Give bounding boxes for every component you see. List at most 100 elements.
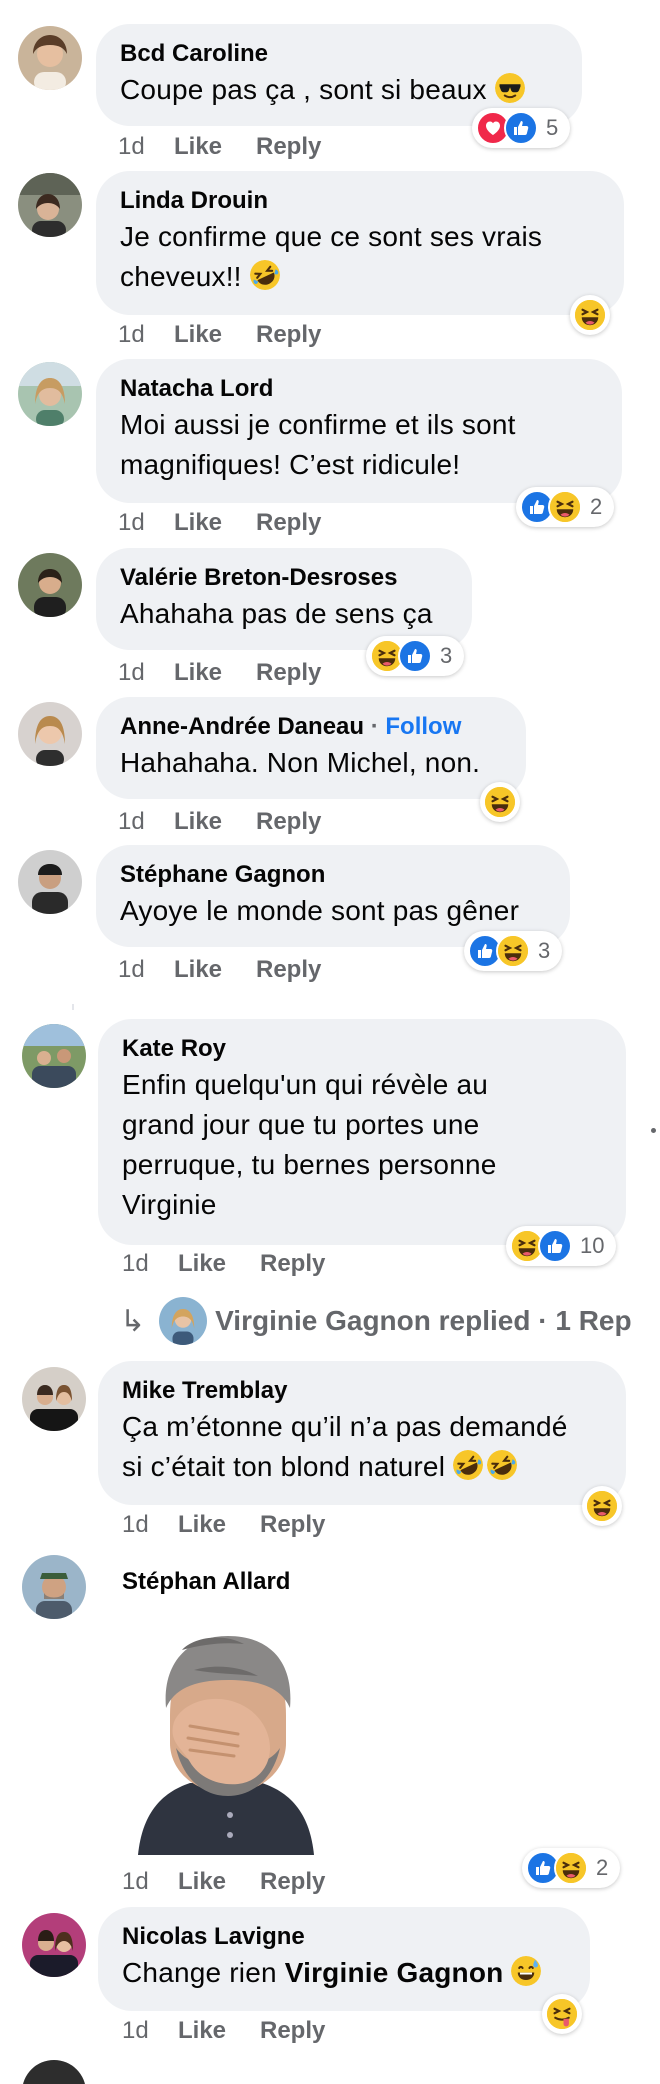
comment-text: Change rien Virginie Gagnon: [122, 1953, 568, 1993]
like-button[interactable]: Like: [174, 133, 256, 161]
thumbs-up-icon: [504, 111, 538, 145]
avatar[interactable]: [22, 1913, 86, 1977]
reply-button[interactable]: Reply: [260, 1868, 325, 1896]
laughing-face-icon: [585, 1489, 619, 1523]
facepalm-memoji-sticker[interactable]: [130, 1630, 322, 1855]
timestamp[interactable]: 1d: [122, 1511, 178, 1539]
reaction-count: 2: [596, 1855, 609, 1880]
comment-text: Coupe pas ça , sont si beaux: [120, 70, 560, 110]
comment-actions: 1d Like Reply: [118, 321, 321, 349]
author-name[interactable]: Nicolas Lavigne: [122, 1921, 568, 1953]
avatar[interactable]: [18, 553, 82, 617]
author-name[interactable]: Stéphan Allard: [122, 1566, 290, 1598]
reply-button[interactable]: Reply: [256, 321, 321, 349]
comment-actions: 1d Like Reply: [118, 509, 321, 537]
like-button[interactable]: Like: [174, 808, 256, 836]
laughing-face-icon: [554, 1851, 588, 1885]
more-options-dot[interactable]: [651, 1128, 656, 1133]
avatar[interactable]: [18, 362, 82, 426]
reply-button[interactable]: Reply: [256, 509, 321, 537]
timestamp[interactable]: 1d: [118, 321, 174, 349]
author-name: Anne-Andrée Daneau · Follow: [120, 711, 504, 743]
reaction-summary[interactable]: [570, 295, 610, 335]
reaction-count: 3: [440, 643, 453, 668]
comment-text-line: cheveux!!: [120, 257, 602, 297]
timestamp[interactable]: 1d: [118, 509, 174, 537]
avatar: [159, 1297, 208, 1345]
reply-button[interactable]: Reply: [260, 1511, 325, 1539]
comment-text-line: Enfin quelqu'un qui révèle au: [122, 1069, 489, 1100]
timestamp[interactable]: 1d: [122, 2017, 178, 2045]
avatar[interactable]: [22, 1555, 86, 1619]
reaction-summary[interactable]: [542, 1994, 582, 2034]
like-button[interactable]: Like: [178, 1868, 260, 1896]
like-button[interactable]: Like: [178, 1250, 260, 1278]
like-button[interactable]: Like: [174, 321, 256, 349]
avatar[interactable]: [18, 702, 82, 766]
comment-bubble: Mike Tremblay Ça m’étonne qu’il n’a pas …: [98, 1361, 626, 1505]
laughing-face-icon: [548, 490, 582, 524]
rolling-laughing-emoji: [487, 1450, 517, 1480]
avatar[interactable]: [22, 2060, 86, 2084]
avatar[interactable]: [22, 1024, 86, 1088]
author-name[interactable]: Kate Roy: [122, 1033, 604, 1065]
follow-button[interactable]: Follow: [385, 713, 461, 740]
thumbs-up-icon: [538, 1229, 572, 1263]
reaction-count: 3: [538, 938, 551, 963]
reply-button[interactable]: Reply: [260, 2017, 325, 2045]
timestamp[interactable]: 1d: [118, 956, 174, 984]
view-replies-link[interactable]: ↳ Virginie Gagnon replied · 1 Rep: [120, 1297, 632, 1345]
author-name[interactable]: Mike Tremblay: [122, 1375, 604, 1407]
reaction-summary[interactable]: 10: [506, 1226, 617, 1266]
avatar[interactable]: [18, 850, 82, 914]
mention-link[interactable]: Virginie Gagnon: [285, 1957, 504, 1988]
reaction-summary[interactable]: 3: [366, 636, 465, 676]
comment-text: Ahahaha pas de sens ça: [120, 598, 433, 629]
reply-button[interactable]: Reply: [256, 956, 321, 984]
comment-actions: 1d Like Reply: [122, 1511, 325, 1539]
timestamp[interactable]: 1d: [122, 1868, 178, 1896]
comment-actions: 1d Like Reply: [118, 659, 321, 687]
comment-text: Ayoye le monde sont pas gêner: [120, 895, 520, 926]
author-name[interactable]: Stéphane Gagnon: [120, 859, 548, 891]
avatar[interactable]: [18, 173, 82, 237]
comment-text-line: perruque, tu bernes personne: [122, 1149, 497, 1180]
comment-text-line: Virginie: [122, 1189, 217, 1220]
avatar[interactable]: [18, 26, 82, 90]
comment-bubble: Valérie Breton-Desroses Ahahaha pas de s…: [96, 548, 472, 650]
reaction-summary[interactable]: [480, 782, 520, 822]
reply-button[interactable]: Reply: [256, 808, 321, 836]
timestamp[interactable]: 1d: [118, 808, 174, 836]
timestamp[interactable]: 1d: [122, 1250, 178, 1278]
like-button[interactable]: Like: [178, 1511, 260, 1539]
thread-divider: [72, 1004, 74, 1010]
reaction-summary[interactable]: 5: [472, 108, 571, 148]
reaction-count: 2: [590, 494, 603, 519]
reaction-summary[interactable]: 2: [516, 487, 615, 527]
like-button[interactable]: Like: [174, 659, 256, 687]
like-button[interactable]: Like: [178, 2017, 260, 2045]
like-button[interactable]: Like: [174, 509, 256, 537]
comment-bubble: Natacha Lord Moi aussi je confirme et il…: [96, 359, 622, 503]
comment-actions: 1d Like Reply: [118, 808, 321, 836]
reply-button[interactable]: Reply: [256, 133, 321, 161]
avatar[interactable]: [22, 1367, 86, 1431]
author-name[interactable]: Natacha Lord: [120, 373, 600, 405]
comment-bubble: Anne-Andrée Daneau · Follow Hahahaha. No…: [96, 697, 526, 799]
reply-button[interactable]: Reply: [260, 1250, 325, 1278]
like-button[interactable]: Like: [174, 956, 256, 984]
timestamp[interactable]: 1d: [118, 659, 174, 687]
author-name[interactable]: Linda Drouin: [120, 185, 602, 217]
comment-text: Hahahaha. Non Michel, non.: [120, 747, 481, 778]
reaction-summary[interactable]: 2: [522, 1848, 621, 1888]
timestamp[interactable]: 1d: [118, 133, 174, 161]
reply-button[interactable]: Reply: [256, 659, 321, 687]
author-name[interactable]: Valérie Breton-Desroses: [120, 562, 450, 594]
reaction-summary[interactable]: 3: [464, 931, 563, 971]
sunglasses-emoji: [495, 73, 525, 103]
author-name-text[interactable]: Anne-Andrée Daneau: [120, 713, 364, 740]
reaction-summary[interactable]: [582, 1486, 622, 1526]
laughing-face-icon: [483, 785, 517, 819]
comment-text-line: grand jour que tu portes une: [122, 1109, 480, 1140]
author-name[interactable]: Bcd Caroline: [120, 38, 560, 70]
